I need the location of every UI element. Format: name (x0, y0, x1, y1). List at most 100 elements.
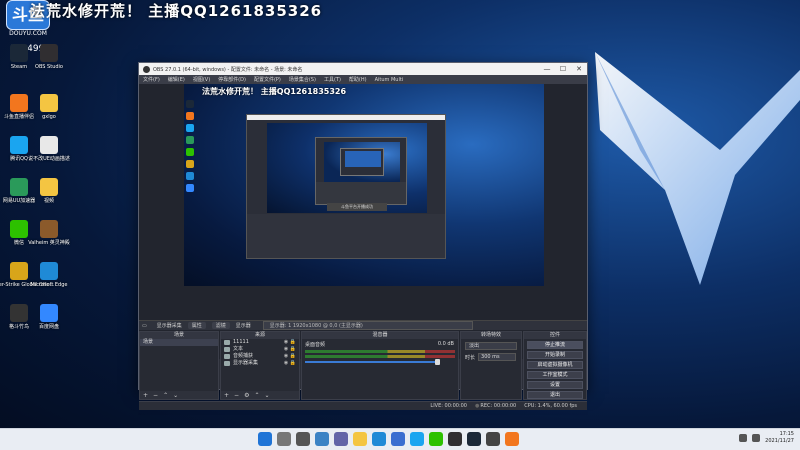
transition-select[interactable]: 淡出 (465, 342, 517, 350)
window-controls: — ☐ ✕ (539, 63, 587, 75)
properties-button[interactable]: 属性 (187, 322, 206, 329)
visibility-lock-icons[interactable]: ◉ 🔒 (284, 346, 296, 353)
desktop-icon[interactable]: Microsoft Edge (30, 262, 68, 302)
volume-slider[interactable] (305, 359, 440, 365)
rec-status: REC: 00:00:00 (475, 403, 516, 409)
menu-help[interactable]: 帮助(H) (349, 76, 367, 83)
edge-icon[interactable] (372, 432, 386, 446)
search-icon[interactable] (277, 432, 291, 446)
desktop-icon[interactable]: Valheim 英灵神殿 (28, 220, 70, 260)
desktop-icon-label: 微信 (13, 240, 24, 246)
source-item[interactable]: 文本 ◉ 🔒 (221, 346, 299, 353)
filters-button[interactable]: 滤镜 (211, 322, 230, 329)
visibility-lock-icons[interactable]: ◉ 🔒 (284, 339, 296, 346)
app-icon (10, 304, 28, 322)
obs-dock-area: 场景 场景 + − ⌃ ⌄ 来源 11111 ◉ 🔒 文本 ◉ 🔒 音频捕获 ◉… (139, 331, 587, 400)
stop-streaming-button[interactable]: 停止推流 (527, 341, 583, 349)
desktop-icon-label: Valheim 英灵神殿 (28, 240, 70, 246)
scenes-dock-toolbar: + − ⌃ ⌄ (140, 391, 218, 399)
live-status: LIVE: 00:00:00 (430, 403, 467, 409)
close-button[interactable]: ✕ (571, 63, 587, 75)
obs-app-icon (143, 65, 150, 73)
desktop-icon[interactable]: 视频 (32, 178, 66, 218)
menu-view[interactable]: 视图(V) (193, 76, 210, 83)
game-icon[interactable] (486, 432, 500, 446)
desktop-icon[interactable]: Steam (2, 44, 36, 84)
move-down-button[interactable]: ⌄ (264, 392, 269, 399)
douyu-icon[interactable] (505, 432, 519, 446)
source-item[interactable]: 显示器采集 ◉ 🔒 (221, 360, 299, 367)
volume-icon[interactable] (752, 434, 761, 442)
desktop-icon[interactable]: 百度网盘 (32, 304, 66, 344)
stream-overlay-title: 法荒水修开荒！ 主播QQ1261835326 (30, 2, 323, 20)
preview-desktop-icons (186, 100, 216, 196)
visibility-lock-icons[interactable]: ◉ 🔒 (284, 353, 296, 360)
menu-docks[interactable]: 停靠部件(D) (218, 76, 246, 83)
task-view-icon[interactable] (296, 432, 310, 446)
visibility-lock-icons[interactable]: ◉ 🔒 (284, 360, 296, 367)
clock-time: 17:15 (779, 431, 794, 437)
menu-tools[interactable]: 工具(T) (324, 76, 341, 83)
qq-icon[interactable] (410, 432, 424, 446)
menu-file[interactable]: 文件(F) (143, 76, 160, 83)
settings-button[interactable]: 设置 (527, 381, 583, 389)
source-item[interactable]: 11111 ◉ 🔒 (221, 339, 299, 346)
system-tray: 17:15 2021/11/27 (739, 431, 794, 445)
obs-preview-area: 法荒水修开荒！ 主播QQ1261835326 斗鱼平台开播成功 ▭ 显示器采集 … (139, 84, 587, 410)
windows-start-icon[interactable] (258, 432, 272, 446)
desktop-icon[interactable]: 格斗竹鸟 (2, 304, 36, 344)
source-item-label: 显示器采集 (233, 360, 259, 366)
maximize-button[interactable]: ☐ (555, 63, 571, 75)
scene-item[interactable]: 场景 (140, 339, 218, 346)
clock[interactable]: 17:15 2021/11/27 (765, 431, 794, 445)
desktop-icon[interactable]: 说不改UE动画描述 (28, 136, 70, 176)
app-icon (40, 262, 58, 280)
move-up-button[interactable]: ⌃ (163, 392, 168, 399)
menu-edit[interactable]: 编辑(E) (168, 76, 185, 83)
start-recording-button[interactable]: 开始录制 (527, 351, 583, 359)
steam-icon[interactable] (467, 432, 481, 446)
obs-titlebar[interactable]: OBS 27.0.1 (64-bit, windows) - 配置文件: 未命名… (139, 63, 587, 75)
chat-icon[interactable] (334, 432, 348, 446)
remove-scene-button[interactable]: − (153, 392, 158, 399)
desktop-icon-label: OBS Studio (35, 64, 63, 70)
add-scene-button[interactable]: + (143, 392, 148, 399)
move-down-button[interactable]: ⌄ (173, 392, 178, 399)
desktop-icon-label: 百度网盘 (38, 324, 59, 330)
desktop-icon[interactable]: gxlgo (32, 94, 66, 134)
scene-item-label: 场景 (143, 339, 154, 345)
studio-mode-button[interactable]: 工作室模式 (527, 371, 583, 379)
preview-overlay-title: 法荒水修开荒！ 主播QQ1261835326 (202, 87, 347, 96)
explorer-icon[interactable] (353, 432, 367, 446)
minimize-button[interactable]: — (539, 63, 555, 75)
desktop-icon-label: 说不改UE动画描述 (28, 156, 70, 162)
wechat-icon[interactable] (429, 432, 443, 446)
remove-source-button[interactable]: − (234, 392, 239, 399)
clock-date: 2021/11/27 (765, 438, 794, 444)
store-icon[interactable] (391, 432, 405, 446)
widgets-icon[interactable] (315, 432, 329, 446)
nested-stream-toast: 斗鱼平台开播成功 (327, 203, 387, 211)
add-source-button[interactable]: + (224, 392, 229, 399)
source-settings-button[interactable]: ⚙ (244, 392, 249, 399)
text-source-icon (224, 340, 230, 345)
source-item[interactable]: 音频捕获 ◉ 🔒 (221, 353, 299, 360)
menu-profile[interactable]: 配置文件(P) (254, 76, 281, 83)
desktop-icon-label: Microsoft Edge (30, 282, 68, 288)
obs-icon[interactable] (448, 432, 462, 446)
desktop-icon[interactable]: 网易UU加速器 (2, 178, 36, 218)
desktop-icon[interactable]: 斗鱼直播伴侣 (2, 94, 36, 134)
display-select[interactable]: 显示器: 1 1920x1080 @ 0,0 (主显示器) (262, 321, 473, 330)
preview-canvas[interactable]: 法荒水修开荒！ 主播QQ1261835326 斗鱼平台开播成功 (184, 84, 544, 286)
move-up-button[interactable]: ⌃ (254, 392, 259, 399)
virtual-camera-button[interactable]: 启动虚拟摄像机 (527, 361, 583, 369)
exit-button[interactable]: 退出 (527, 391, 583, 399)
menu-scene-collection[interactable]: 场景集合(S) (289, 76, 316, 83)
duration-input[interactable]: 300 ms (478, 353, 517, 361)
desktop-icon[interactable]: OBS Studio (32, 44, 66, 84)
network-icon[interactable] (739, 434, 748, 442)
menu-aitum[interactable]: Aitum Multi (375, 77, 404, 83)
audio-mixer-dock: 混音器 桌面音频 0.0 dB (301, 331, 459, 400)
app-icon (40, 44, 58, 62)
app-icon (40, 94, 58, 112)
